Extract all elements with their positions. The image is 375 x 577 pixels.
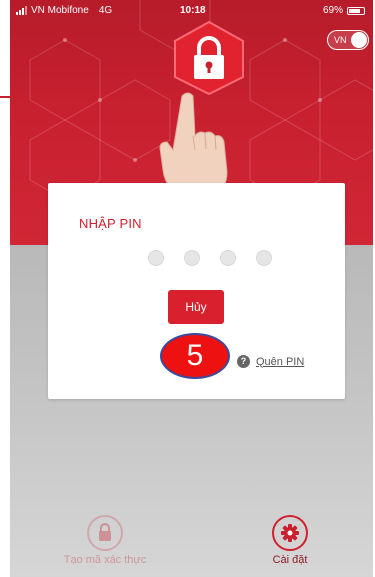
toggle-knob [351, 32, 367, 48]
app-screen: VN Mobifone 4G 10:18 69% VN NHẬP PIN Hủy [0, 0, 375, 577]
pin-dot [220, 250, 236, 266]
clock: 10:18 [180, 5, 206, 16]
pin-dot [256, 250, 272, 266]
battery-icon [347, 6, 365, 15]
forgot-pin-link[interactable]: ? Quên PIN [237, 355, 304, 368]
nav-settings[interactable]: Cài đặt [240, 515, 340, 566]
nav-label: Cài đặt [272, 554, 308, 566]
pin-dialog: NHẬP PIN Hủy 5 ? Quên PIN [48, 183, 345, 399]
language-label: VN [334, 35, 347, 45]
pin-dot [184, 250, 200, 266]
carrier-name: VN Mobifone [31, 5, 89, 16]
pin-dot [148, 250, 164, 266]
hand-illustration [159, 92, 228, 198]
forgot-pin-label: Quên PIN [256, 355, 305, 368]
step-number-badge: 5 [160, 333, 230, 379]
network-type: 4G [98, 5, 113, 16]
question-icon: ? [237, 355, 250, 368]
signal-icon [16, 6, 27, 15]
nav-create-code[interactable]: Tạo mã xác thực [55, 515, 155, 566]
dialog-title: NHẬP PIN [79, 216, 142, 231]
battery-percent: 69% [322, 5, 343, 16]
language-toggle[interactable]: VN [327, 30, 369, 50]
pin-input[interactable] [148, 250, 272, 266]
lock-icon [174, 20, 244, 96]
gear-icon [272, 515, 308, 551]
nav-label: Tạo mã xác thực [63, 554, 147, 566]
status-bar: VN Mobifone 4G 10:18 69% [10, 0, 373, 22]
lock-icon [87, 515, 123, 551]
cancel-button[interactable]: Hủy [168, 290, 224, 324]
